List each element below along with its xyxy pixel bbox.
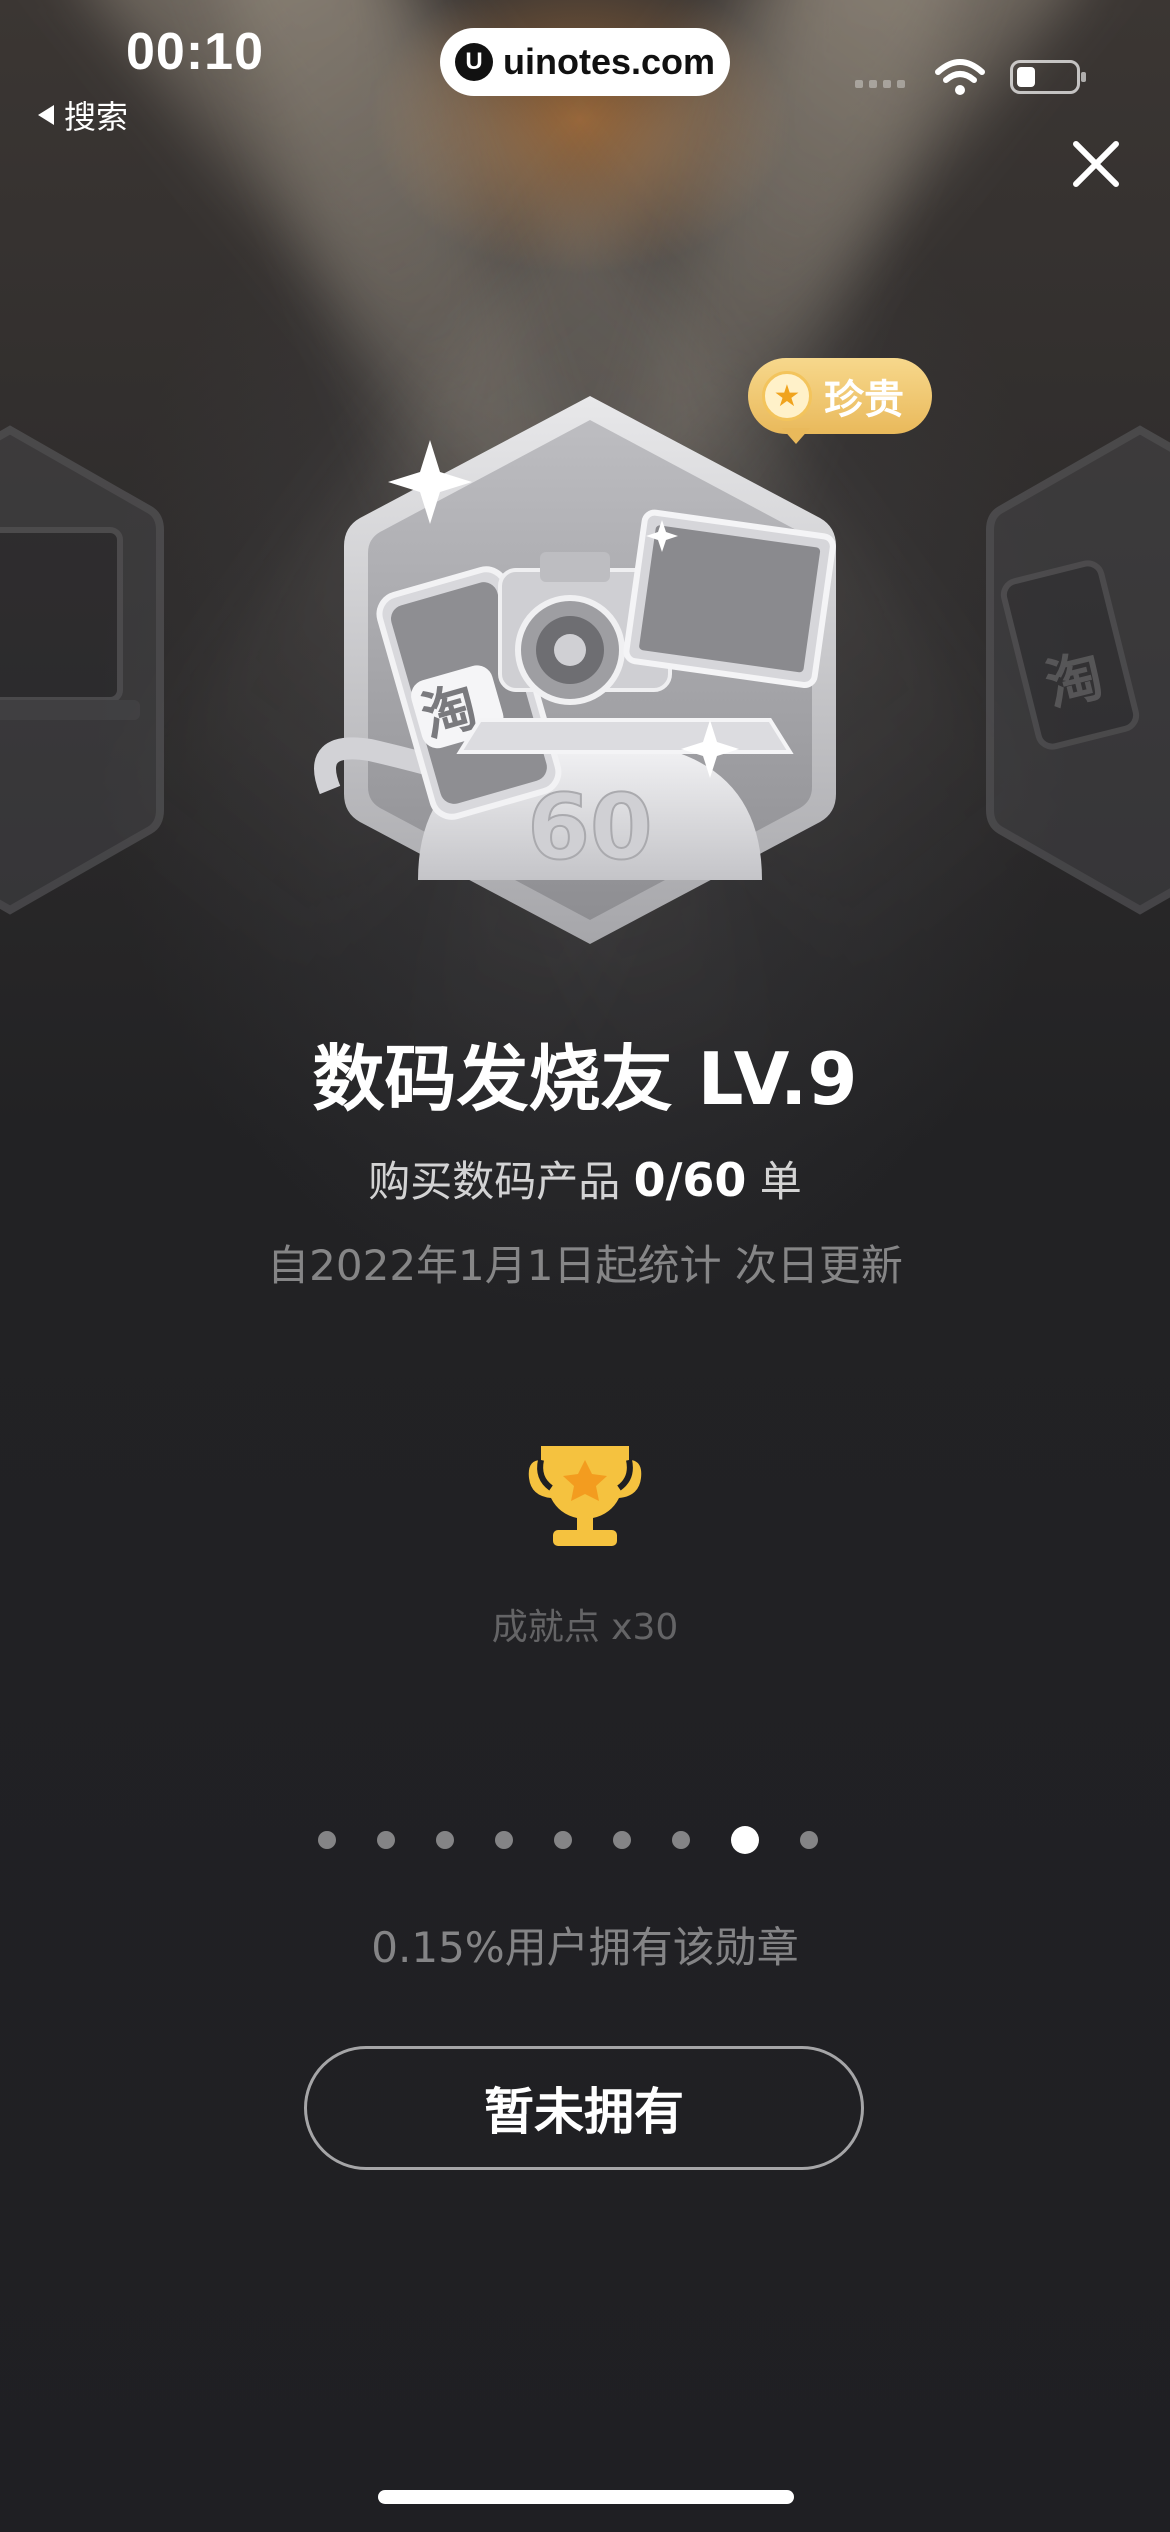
back-label: 搜索 — [64, 98, 129, 136]
pager-dot[interactable] — [613, 1831, 631, 1849]
pager-dot[interactable] — [318, 1831, 336, 1849]
url-text: uinotes.com — [502, 41, 716, 82]
statistics-note: 自2022年1月1日起统计 次日更新 — [267, 1241, 903, 1290]
pager-dot[interactable] — [554, 1831, 572, 1849]
progress-prefix: 购买数码产品 — [368, 1157, 621, 1206]
pager-dot-active[interactable] — [731, 1826, 759, 1854]
url-pill: U uinotes.com — [440, 28, 730, 96]
medal-number: 60 — [527, 775, 652, 880]
star-icon: ★ — [762, 371, 812, 421]
pager-dot[interactable] — [800, 1831, 818, 1849]
back-to-search-link[interactable]: 搜索 — [38, 92, 128, 138]
progress-value: 0/60 — [633, 1153, 747, 1207]
trophy-icon — [528, 1446, 642, 1546]
pager-dot[interactable] — [377, 1831, 395, 1849]
next-badge-thumbnail[interactable]: 淘 — [980, 410, 1170, 930]
badge-title: 数码发烧友 LV.9 — [312, 1037, 858, 1121]
rarity-tag: ★ 珍贵 — [748, 358, 932, 444]
badge-pager — [318, 1826, 859, 1854]
back-triangle-icon — [38, 105, 54, 125]
pager-dot[interactable] — [672, 1831, 690, 1849]
achievement-points: 成就点 x30 — [491, 1607, 679, 1648]
pager-dot[interactable] — [495, 1831, 513, 1849]
home-indicator[interactable] — [378, 2490, 794, 2504]
progress-line: 购买数码产品 0/60 单 — [0, 1148, 1170, 1209]
battery-icon — [1010, 60, 1086, 94]
ownership-percent: 0.15%用户拥有该勋章 — [371, 1923, 799, 1972]
pager-dot[interactable] — [436, 1831, 454, 1849]
digital-fan-medal: 淘 60 — [314, 396, 836, 944]
rarity-label: 珍贵 — [824, 377, 904, 423]
status-time: 00:10 — [126, 23, 264, 81]
previous-badge-thumbnail[interactable] — [0, 410, 170, 930]
not-owned-button[interactable]: 暂未拥有 — [304, 2046, 864, 2170]
close-icon[interactable] — [1068, 136, 1124, 192]
wifi-icon — [935, 59, 985, 95]
cellular-signal-icon — [855, 80, 905, 88]
progress-suffix: 单 — [759, 1157, 802, 1206]
site-logo-icon: U — [454, 43, 493, 81]
